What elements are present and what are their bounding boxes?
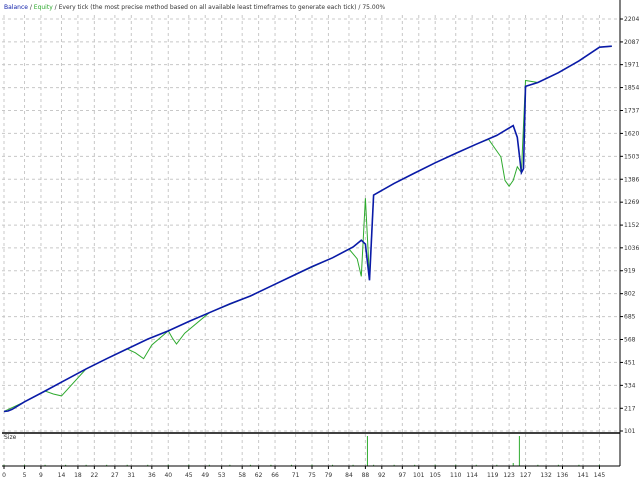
x-tick-label: 127 [520, 472, 532, 479]
y-tick-label: 334 [624, 382, 636, 389]
y-tick-label: 1971 [624, 62, 639, 69]
x-tick-label: 36 [148, 472, 156, 479]
x-tick-label: 40 [164, 472, 172, 479]
x-tick-label: 9 [39, 472, 43, 479]
y-tick-label: 1737 [624, 107, 639, 114]
y-tick-label: 1386 [624, 176, 639, 183]
y-tick-label: 802 [624, 291, 636, 298]
x-axis-ticks: 0 5 9 14 18 22 27 31 36 40 45 49 53 58 62 66 71 75 79 84 88 9… [2, 466, 605, 479]
y-tick-label: 685 [624, 314, 636, 321]
x-tick-label: 62 [255, 472, 263, 479]
equity-legend: Equity [34, 4, 53, 11]
y-tick-label: 2087 [624, 39, 639, 46]
x-tick-label: 136 [557, 472, 569, 479]
x-tick-label: 110 [450, 472, 462, 479]
x-tick-label: 22 [91, 472, 99, 479]
x-tick-label: 49 [201, 472, 209, 479]
balance-line [3, 45, 612, 413]
x-tick-label: 5 [23, 472, 27, 479]
y-tick-label: 1269 [624, 199, 639, 206]
series-lines [3, 45, 612, 413]
x-tick-label: 84 [345, 472, 353, 479]
x-tick-label: 119 [487, 472, 499, 479]
x-tick-label: 97 [399, 472, 407, 479]
y-tick-label: 1503 [624, 153, 639, 160]
x-tick-label: 27 [111, 472, 119, 479]
y-tick-label: 1036 [624, 245, 639, 252]
x-tick-label: 79 [325, 472, 333, 479]
y-tick-label: 1620 [624, 130, 639, 137]
x-tick-label: 31 [127, 472, 135, 479]
y-tick-label: 2204 [624, 16, 639, 23]
equity-line [3, 45, 612, 412]
y-axis-ticks: 2204 2087 1971 1854 1737 1620 1503 1386 1269 1152… [620, 16, 639, 435]
x-tick-label: 132 [540, 472, 552, 479]
header-description: / Every tick (the most precise method ba… [53, 4, 386, 11]
y-tick-label: 568 [624, 337, 636, 344]
balance-legend: Balance [4, 4, 28, 11]
x-tick-label: 58 [238, 472, 246, 479]
x-tick-label: 45 [185, 472, 193, 479]
grid [2, 15, 620, 466]
chart-canvas: 2204 2087 1971 1854 1737 1620 1503 1386 1269 1152… [2, 0, 639, 479]
x-tick-label: 0 [2, 472, 6, 479]
x-tick-label: 71 [292, 472, 300, 479]
x-tick-label: 123 [503, 472, 515, 479]
y-tick-label: 217 [624, 405, 636, 412]
chart-header: Balance / Equity / Every tick (the most … [4, 4, 386, 11]
y-tick-label: 101 [624, 428, 636, 435]
x-tick-label: 105 [429, 472, 441, 479]
x-tick-label: 88 [362, 472, 370, 479]
size-bars [3, 436, 600, 466]
x-tick-label: 53 [218, 472, 226, 479]
y-tick-label: 919 [624, 268, 636, 275]
x-tick-label: 14 [58, 472, 66, 479]
sub-panel-label: Size [4, 434, 17, 441]
x-tick-label: 114 [466, 472, 478, 479]
x-tick-label: 75 [308, 472, 316, 479]
x-tick-label: 66 [271, 472, 279, 479]
x-tick-label: 145 [594, 472, 606, 479]
x-tick-label: 92 [378, 472, 386, 479]
x-tick-label: 101 [413, 472, 425, 479]
x-tick-label: 141 [577, 472, 589, 479]
x-tick-label: 18 [74, 472, 82, 479]
y-tick-label: 451 [624, 359, 636, 366]
y-tick-label: 1854 [624, 85, 639, 92]
y-tick-label: 1152 [624, 222, 639, 229]
